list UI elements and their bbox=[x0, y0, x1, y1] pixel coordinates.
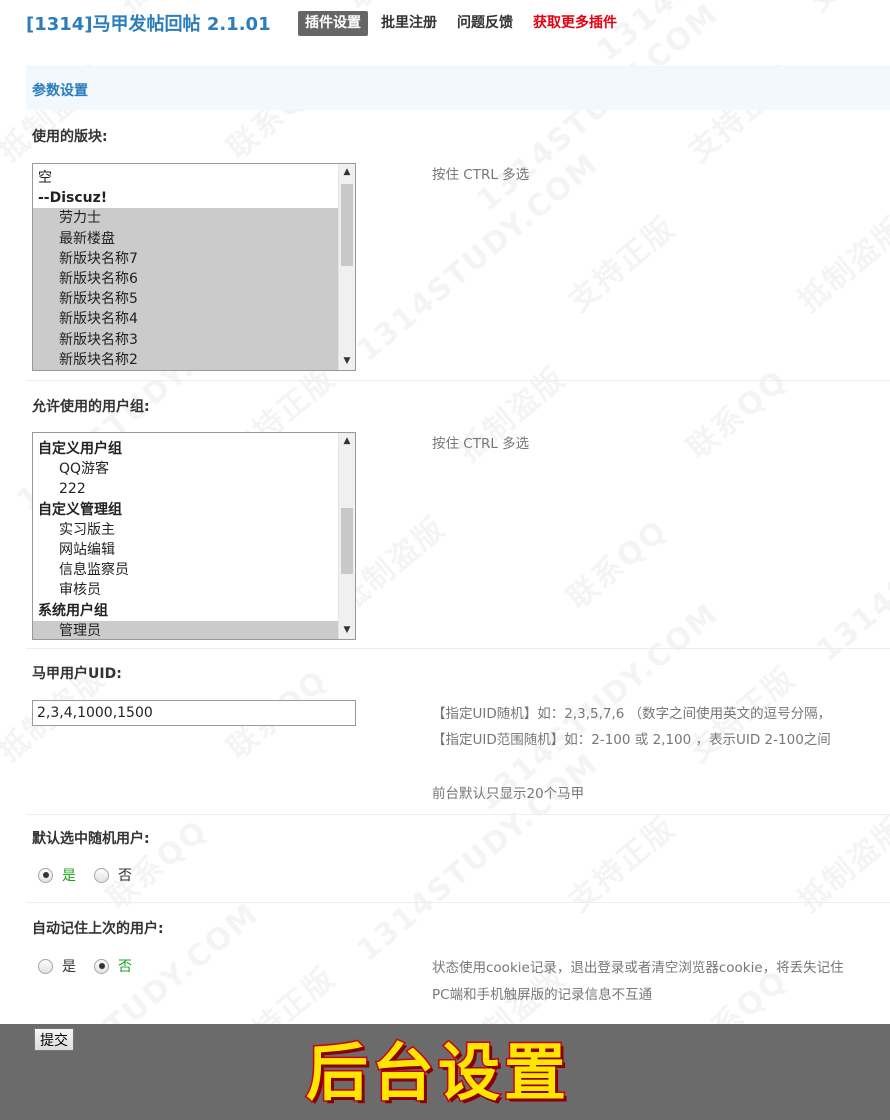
select-option[interactable]: 新版块名称5 bbox=[33, 289, 338, 310]
section-header: 参数设置 bbox=[26, 66, 890, 110]
select-option[interactable]: 新版块名称3 bbox=[33, 329, 338, 350]
banner-caption: 后台设置 bbox=[304, 1035, 571, 1111]
tab-feedback[interactable]: 问题反馈 bbox=[450, 11, 520, 36]
radio-yes[interactable] bbox=[38, 958, 53, 974]
remember-hint-sync: PC端和手机触屏版的记录信息不互通 bbox=[432, 987, 653, 1003]
uid-label: 马甲用户UID: bbox=[32, 666, 122, 682]
random-user-label: 默认选中随机用户: bbox=[32, 831, 150, 847]
tab-more-plugins[interactable]: 获取更多插件 bbox=[526, 11, 624, 36]
watermark-text: 1314STUDY.COM bbox=[810, 446, 890, 668]
optgroup-label: --Discuz! bbox=[38, 190, 108, 207]
forums-scrollbar[interactable]: ▲ ▼ bbox=[338, 164, 355, 370]
divider bbox=[26, 380, 890, 381]
uid-hint-random: 【指定UID随机】如：2,3,5,7,6 （数字之间使用英文的逗号分隔， bbox=[432, 706, 832, 722]
uid-input[interactable] bbox=[32, 700, 356, 726]
usergroups-scrollbar[interactable]: ▲ ▼ bbox=[338, 433, 355, 639]
select-option[interactable]: 信息监察员 bbox=[33, 560, 338, 580]
scroll-up-arrow-icon[interactable]: ▲ bbox=[339, 433, 355, 450]
scroll-down-arrow-icon[interactable]: ▼ bbox=[339, 353, 355, 370]
watermark-text: 联系QQ bbox=[556, 507, 675, 617]
optgroup-label: 自定义用户组 bbox=[38, 441, 122, 457]
select-option[interactable]: 劳力士 bbox=[33, 208, 338, 229]
header: [1314]马甲发帖回帖 2.1.01 插件设置 批里注册 问题反馈 获取更多插… bbox=[0, 0, 890, 48]
watermark-text: 1314STUDY.COM bbox=[350, 746, 606, 968]
radio-yes-label[interactable]: 是 bbox=[62, 865, 76, 885]
select-option[interactable]: 网站编辑 bbox=[33, 540, 338, 560]
radio-no-label[interactable]: 否 bbox=[118, 956, 132, 976]
select-option[interactable]: 最新楼盘 bbox=[33, 228, 338, 249]
remember-user-label: 自动记住上次的用户: bbox=[32, 921, 164, 937]
usergroups-label: 允许使用的用户组: bbox=[32, 399, 150, 415]
select-option[interactable]: 新版块名称6 bbox=[33, 268, 338, 290]
watermark-text: 联系QQ bbox=[676, 357, 795, 467]
usergroups-options: 自定义用户组 QQ游客 222 自定义管理组实习版主 网站编辑 信息监察员 审核员系统用户组… bbox=[33, 433, 338, 639]
radio-yes[interactable] bbox=[38, 867, 53, 883]
random-user-radios: 是 否 bbox=[38, 865, 150, 885]
scroll-down-arrow-icon[interactable]: ▼ bbox=[339, 622, 355, 639]
radio-no-label[interactable]: 否 bbox=[118, 865, 132, 885]
radio-no[interactable] bbox=[94, 958, 109, 974]
select-option[interactable]: 空 bbox=[33, 168, 338, 188]
select-option[interactable]: 222 bbox=[33, 479, 338, 499]
watermark-text: 支持正版 bbox=[557, 204, 683, 320]
divider bbox=[26, 648, 890, 649]
scroll-thumb[interactable] bbox=[341, 184, 353, 266]
uid-hint-limit: 前台默认只显示20个马甲 bbox=[432, 786, 585, 802]
select-option[interactable]: 新版块名称2 bbox=[33, 349, 338, 370]
select-option[interactable]: 管理员 bbox=[33, 620, 338, 639]
tab-batch-register[interactable]: 批里注册 bbox=[374, 11, 444, 36]
remember-user-radios: 是 否 bbox=[38, 956, 150, 976]
forums-select[interactable]: 空 --Discuz! 劳力士 最新楼盘 新版块名称7 新版块名称6 新版块名称5 新版块名称… bbox=[32, 163, 356, 371]
watermark-text: 抵制盗版 bbox=[787, 204, 890, 320]
divider bbox=[26, 902, 890, 903]
nav-tabs: 插件设置 批里注册 问题反馈 获取更多插件 bbox=[298, 11, 624, 36]
select-option[interactable]: 实习版主 bbox=[33, 520, 338, 540]
scroll-thumb[interactable] bbox=[341, 508, 353, 574]
radio-yes-label[interactable]: 是 bbox=[62, 956, 76, 976]
forums-label: 使用的版块: bbox=[32, 129, 108, 145]
usergroups-select[interactable]: 自定义用户组 QQ游客 222 自定义管理组实习版主 网站编辑 信息监察员 审核员系统用户组… bbox=[32, 432, 356, 640]
watermark-text: 联系QQ bbox=[96, 807, 215, 917]
forums-options: 空 --Discuz! 劳力士 最新楼盘 新版块名称7 新版块名称6 新版块名称5 新版块名称… bbox=[33, 164, 338, 370]
remember-hint-cookie: 状态使用cookie记录，退出登录或者清空浏览器cookie，将丢失记住 bbox=[432, 960, 844, 976]
divider bbox=[26, 814, 890, 815]
submit-button[interactable]: 提交 bbox=[34, 1028, 74, 1051]
select-option[interactable]: 审核员 bbox=[33, 580, 338, 600]
section-title: 参数设置 bbox=[32, 83, 88, 99]
select-option[interactable]: 新版块名称4 bbox=[33, 309, 338, 330]
forums-hint: 按住 CTRL 多选 bbox=[432, 167, 530, 183]
usergroups-hint: 按住 CTRL 多选 bbox=[432, 436, 530, 452]
tab-plugin-settings[interactable]: 插件设置 bbox=[298, 11, 368, 36]
app-title: [1314]马甲发帖回帖 2.1.01 bbox=[26, 14, 271, 35]
select-option[interactable]: QQ游客 bbox=[33, 459, 338, 479]
uid-hint-range: 【指定UID范围随机】如：2-100 或 2,100 ，表示UID 2-100之… bbox=[432, 732, 831, 748]
radio-no[interactable] bbox=[94, 867, 109, 883]
optgroup-label: 自定义管理组 bbox=[38, 501, 122, 518]
select-option[interactable]: 新版块名称7 bbox=[33, 248, 338, 269]
scroll-up-arrow-icon[interactable]: ▲ bbox=[339, 164, 355, 181]
optgroup-label: 系统用户组 bbox=[38, 602, 108, 619]
